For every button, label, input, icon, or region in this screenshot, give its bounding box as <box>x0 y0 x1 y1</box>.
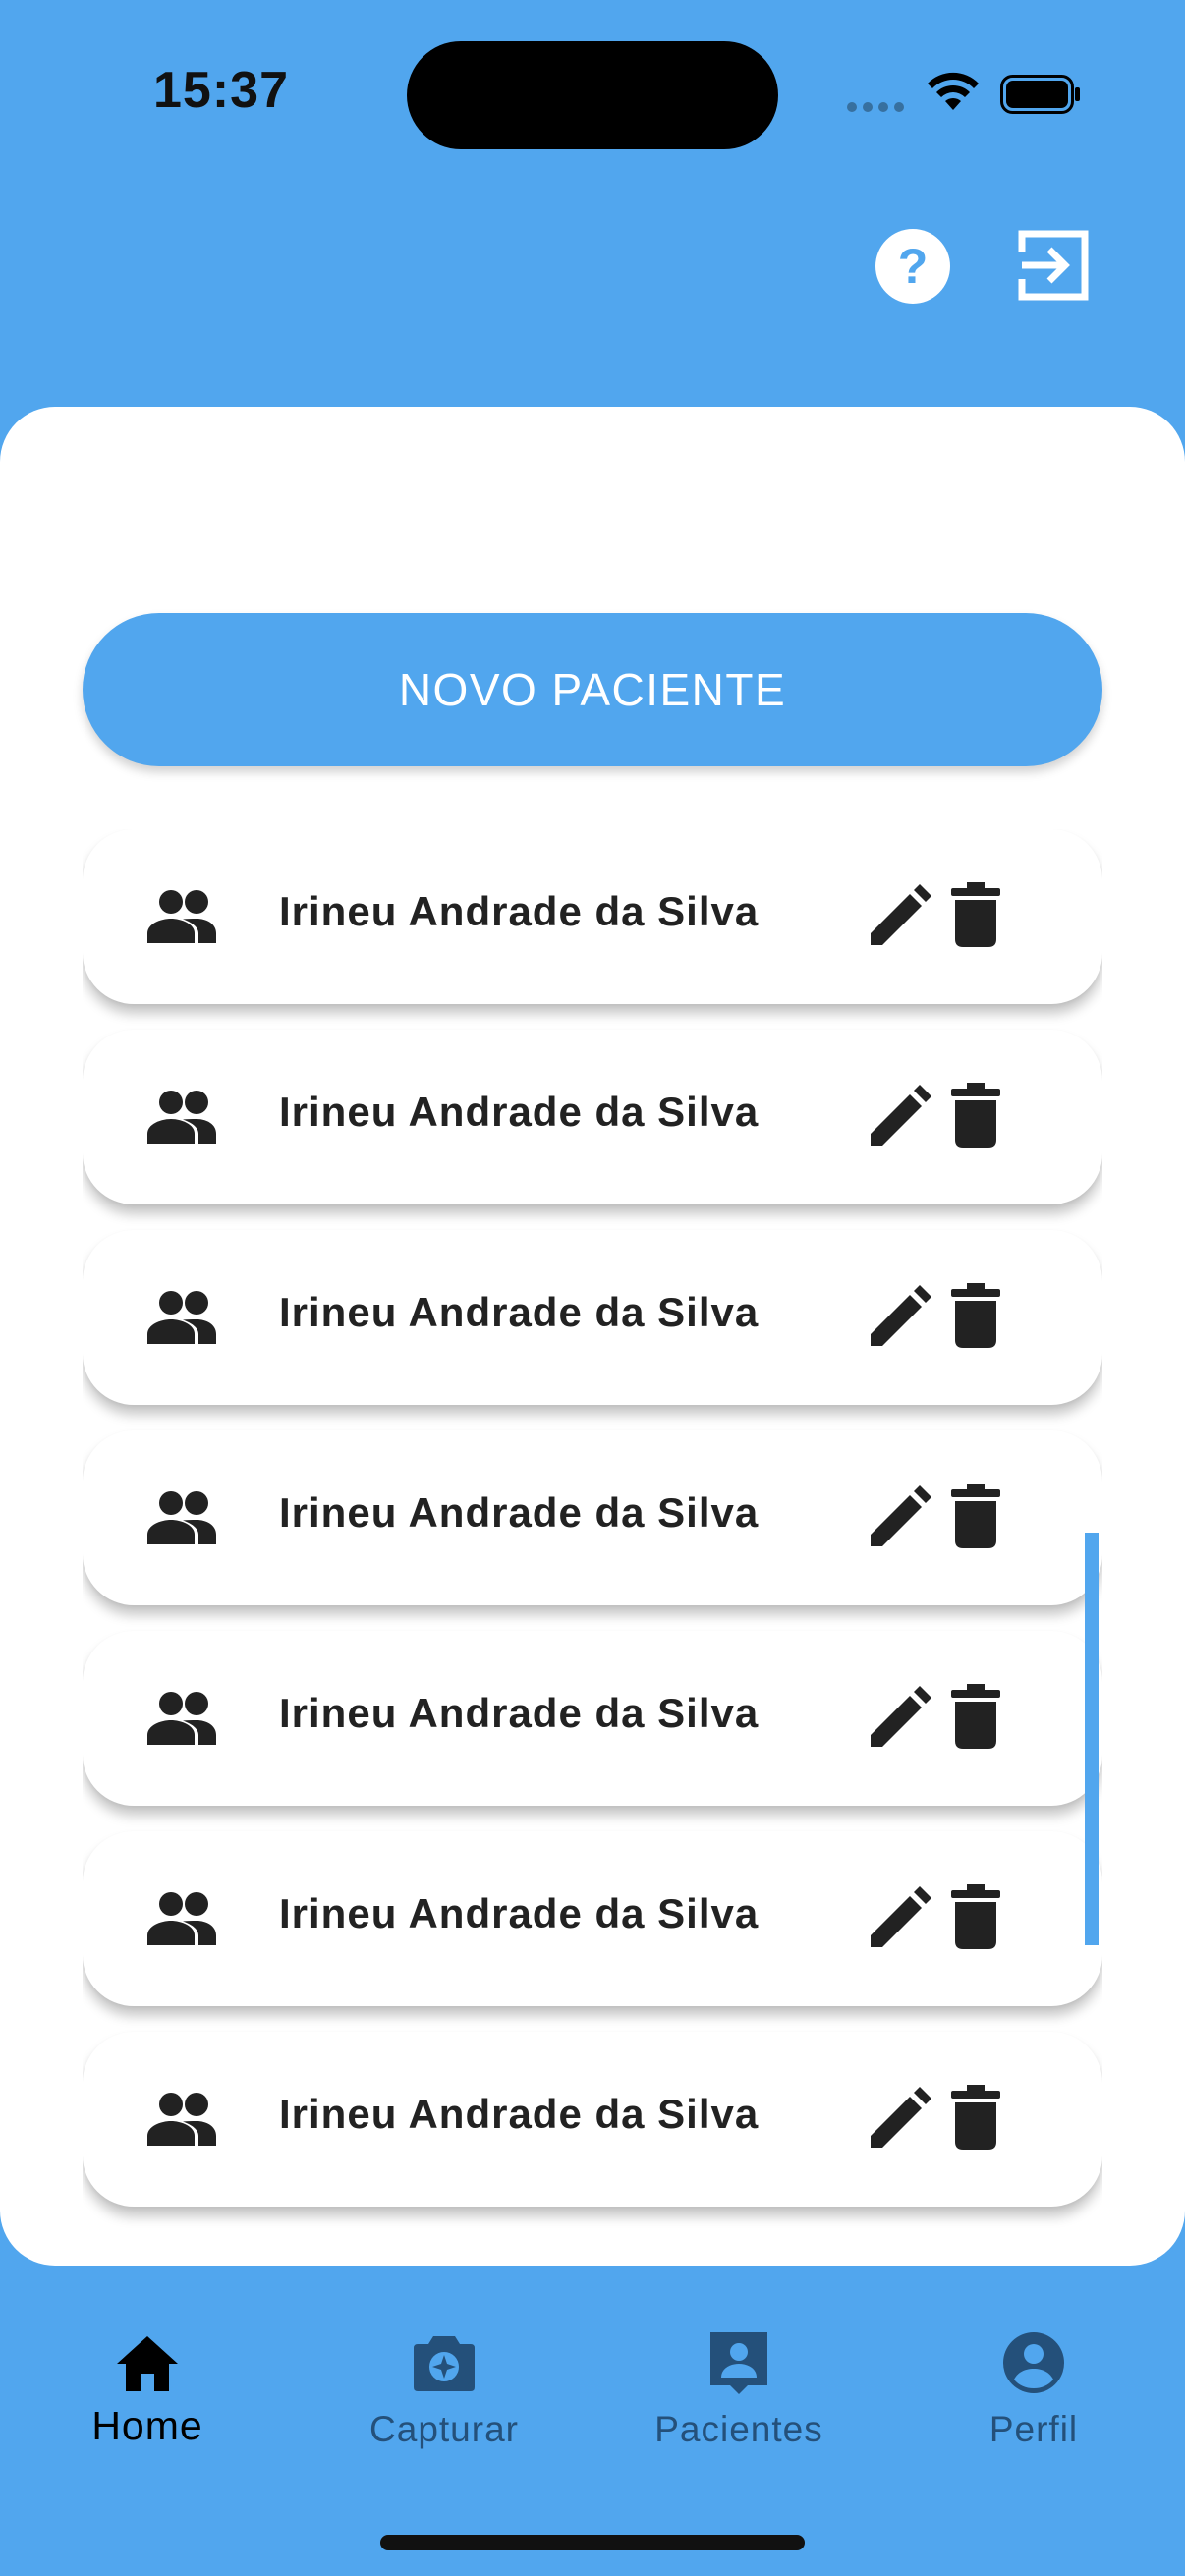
edit-icon[interactable] <box>869 2087 931 2150</box>
nav-item-home[interactable]: Home <box>0 2266 295 2462</box>
new-patient-button[interactable]: NOVO PACIENTE <box>83 613 1102 766</box>
nav-label-perfil: Perfil <box>988 2409 1079 2449</box>
patient-name: Irineu Andrade da Silva <box>279 2091 760 2137</box>
delete-icon[interactable] <box>951 1283 1000 1348</box>
home-icon <box>117 2336 178 2391</box>
account-icon <box>1003 2332 1064 2393</box>
battery-icon <box>1000 75 1080 114</box>
delete-icon[interactable] <box>951 882 1000 947</box>
patient-name: Irineu Andrade da Silva <box>279 1890 760 1936</box>
patient-name: Irineu Andrade da Silva <box>279 888 760 934</box>
people-icon <box>147 1491 216 1544</box>
edit-icon[interactable] <box>869 1085 931 1148</box>
edit-icon[interactable] <box>869 1886 931 1949</box>
people-icon <box>147 890 216 943</box>
patient-name: Irineu Andrade da Silva <box>279 1690 760 1736</box>
bottom-nav: Home Capturar Pacientes Perfil <box>0 2266 1185 2576</box>
people-icon <box>147 1091 216 1144</box>
nav-label-home: Home <box>91 2403 203 2448</box>
delete-icon[interactable] <box>951 1083 1000 1148</box>
status-time: 15:37 <box>153 62 289 119</box>
patient-name: Irineu Andrade da Silva <box>279 1489 760 1536</box>
app-screen: 15:37 ? NOVO PACIENTE Irineu Andrade da … <box>0 0 1185 2576</box>
nav-item-pacientes[interactable]: Pacientes <box>592 2266 886 2462</box>
patient-list[interactable]: Irineu Andrade da Silva Irineu Andrade d… <box>83 829 1102 2266</box>
edit-icon[interactable] <box>869 884 931 947</box>
patient-row[interactable]: Irineu Andrade da Silva <box>83 1030 1102 1204</box>
edit-icon[interactable] <box>869 1285 931 1348</box>
people-icon <box>147 1291 216 1344</box>
patient-row[interactable]: Irineu Andrade da Silva <box>83 2032 1102 2207</box>
delete-icon[interactable] <box>951 2085 1000 2150</box>
patient-row[interactable]: Irineu Andrade da Silva <box>83 1631 1102 1806</box>
list-scrollbar[interactable] <box>1085 1533 1099 1945</box>
delete-icon[interactable] <box>951 1484 1000 1548</box>
patient-row[interactable]: Irineu Andrade da Silva <box>83 1831 1102 2006</box>
help-icon[interactable]: ? <box>875 228 951 305</box>
nav-label-capturar: Capturar <box>369 2409 519 2449</box>
home-indicator <box>380 2535 805 2550</box>
delete-icon[interactable] <box>951 1684 1000 1749</box>
edit-icon[interactable] <box>869 1686 931 1749</box>
patient-name: Irineu Andrade da Silva <box>279 1289 760 1335</box>
people-icon <box>147 1692 216 1745</box>
nav-item-perfil[interactable]: Perfil <box>886 2266 1181 2462</box>
nav-item-capturar[interactable]: Capturar <box>297 2266 592 2462</box>
patient-row[interactable]: Irineu Andrade da Silva <box>83 1230 1102 1405</box>
main-card: NOVO PACIENTE Irineu Andrade da Silva Ir… <box>0 407 1185 2266</box>
cellular-signal-icon <box>847 102 904 112</box>
people-icon <box>147 2093 216 2146</box>
patient-row[interactable]: Irineu Andrade da Silva <box>83 829 1102 1004</box>
wifi-icon <box>928 72 979 110</box>
patient-name: Irineu Andrade da Silva <box>279 1089 760 1135</box>
dynamic-island <box>407 41 778 149</box>
camera-icon <box>414 2336 475 2391</box>
svg-text:?: ? <box>898 239 929 294</box>
delete-icon[interactable] <box>951 1884 1000 1949</box>
contact-icon <box>710 2332 767 2394</box>
nav-label-pacientes: Pacientes <box>654 2409 823 2449</box>
logout-icon[interactable] <box>1016 228 1091 303</box>
edit-icon[interactable] <box>869 1485 931 1548</box>
patient-row[interactable]: Irineu Andrade da Silva <box>83 1430 1102 1605</box>
people-icon <box>147 1892 216 1945</box>
